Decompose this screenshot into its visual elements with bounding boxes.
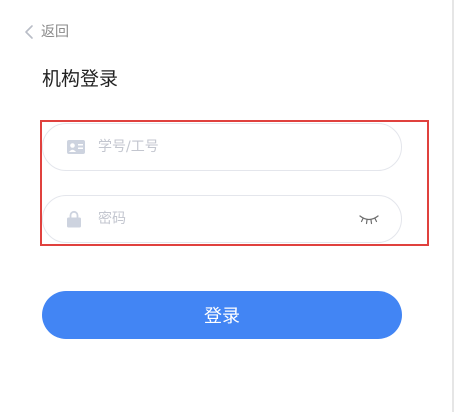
password-input[interactable]	[98, 204, 351, 234]
chevron-left-icon	[22, 24, 36, 40]
password-field[interactable]	[42, 195, 402, 243]
id-card-icon	[67, 140, 85, 154]
account-input[interactable]	[98, 132, 351, 162]
page-title: 机构登录	[42, 68, 119, 90]
login-button[interactable]: 登录	[42, 291, 402, 339]
back-button[interactable]: 返回	[22, 22, 69, 42]
lock-icon	[67, 210, 81, 228]
eye-closed-icon[interactable]	[359, 213, 379, 225]
back-label: 返回	[41, 24, 69, 40]
account-field[interactable]	[42, 123, 402, 171]
